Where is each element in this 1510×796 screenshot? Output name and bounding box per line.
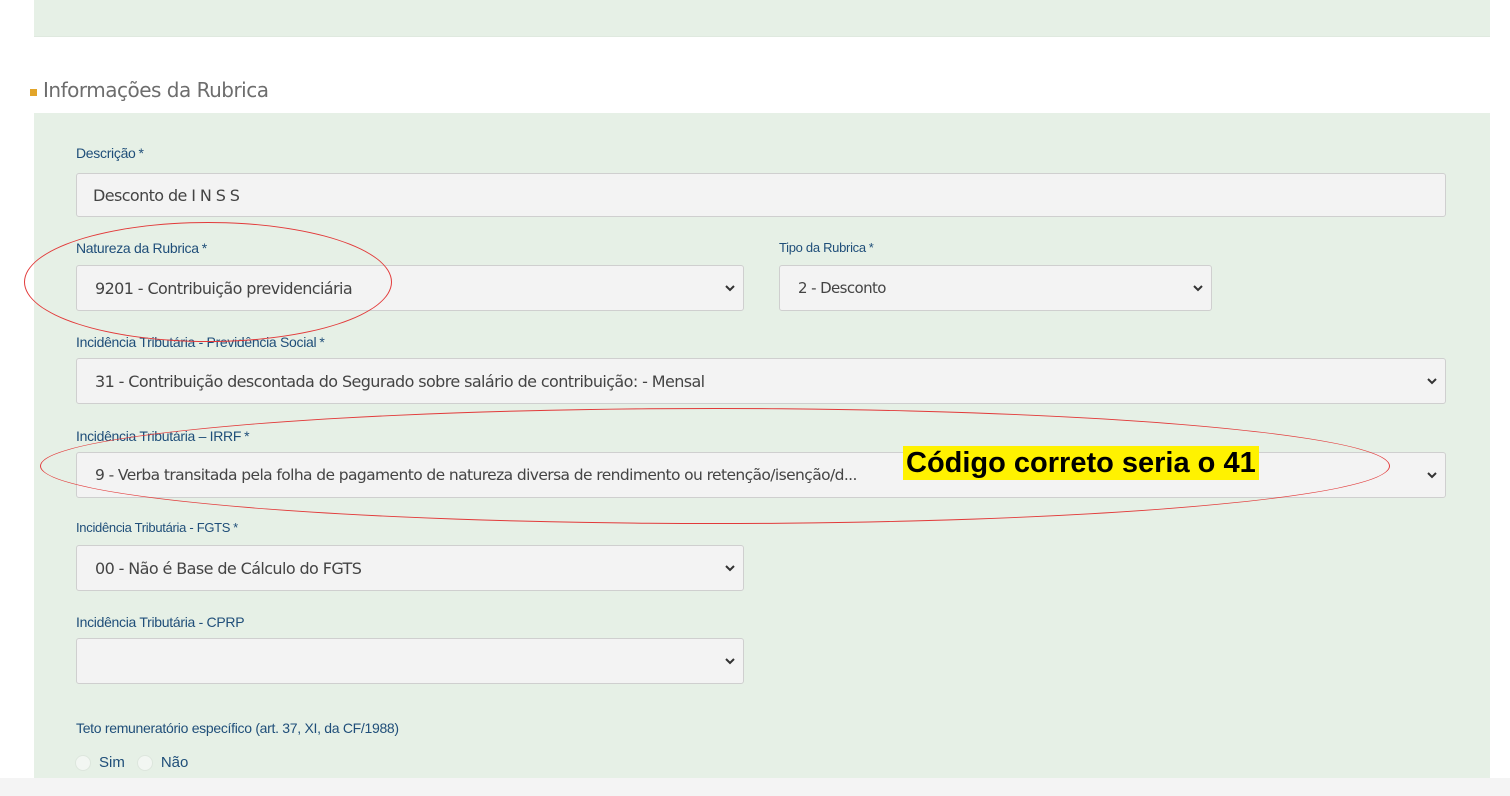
- teto-option-nao[interactable]: Não: [136, 754, 189, 771]
- prev-social-select[interactable]: 31 - Contribuição descontada do Segurado…: [76, 358, 1446, 404]
- required-marker: *: [233, 520, 238, 535]
- chevron-down-icon: [723, 281, 737, 295]
- natureza-label: Natureza da Rubrica *: [76, 240, 207, 256]
- required-marker: *: [138, 145, 144, 161]
- fgts-label: Incidência Tributária - FGTS *: [76, 520, 238, 535]
- bottom-strip: [0, 778, 1510, 796]
- fgts-label-text: Incidência Tributária - FGTS: [76, 520, 231, 535]
- chevron-down-icon: [723, 561, 737, 575]
- required-marker: *: [868, 240, 874, 255]
- chevron-down-icon: [1425, 374, 1439, 388]
- descricao-value: Desconto de I N S S: [93, 185, 240, 205]
- chevron-down-icon: [1191, 281, 1205, 295]
- teto-radio-group: Sim Não: [75, 754, 200, 771]
- radio-button[interactable]: [75, 754, 91, 771]
- tipo-select[interactable]: 2 - Desconto: [779, 265, 1212, 311]
- tipo-label: Tipo da Rubrica *: [779, 240, 874, 255]
- annotation-note: Código correto seria o 41: [903, 446, 1259, 480]
- prev-social-label-text: Incidência Tributária - Previdência Soci…: [76, 334, 317, 350]
- natureza-select[interactable]: 9201 - Contribuição previdenciária: [76, 265, 744, 311]
- teto-option-sim-label: Sim: [99, 754, 125, 771]
- natureza-value: 9201 - Contribuição previdenciária: [95, 278, 353, 298]
- fgts-value: 00 - Não é Base de Cálculo do FGTS: [95, 558, 362, 578]
- irrf-label: Incidência Tributária – IRRF *: [76, 428, 250, 444]
- cprp-select[interactable]: [76, 638, 744, 684]
- irrf-value: 9 - Verba transitada pela folha de pagam…: [95, 466, 857, 484]
- required-marker: *: [319, 334, 325, 350]
- prev-social-value: 31 - Contribuição descontada do Segurado…: [95, 371, 705, 391]
- required-marker: *: [201, 240, 207, 256]
- required-marker: *: [244, 428, 250, 444]
- tipo-value: 2 - Desconto: [798, 279, 886, 297]
- chevron-down-icon: [1425, 468, 1439, 482]
- natureza-label-text: Natureza da Rubrica: [76, 240, 199, 256]
- descricao-input[interactable]: Desconto de I N S S: [76, 173, 1446, 217]
- descricao-label-text: Descrição: [76, 145, 136, 161]
- radio-button[interactable]: [136, 754, 153, 771]
- chevron-down-icon: [723, 654, 737, 668]
- cprp-label-text: Incidência Tributária - CPRP: [76, 614, 245, 630]
- section-bullet-icon: [30, 88, 37, 96]
- teto-label: Teto remuneratório específico (art. 37, …: [76, 720, 399, 736]
- top-panel: [34, 0, 1490, 37]
- tipo-label-text: Tipo da Rubrica: [779, 240, 866, 255]
- irrf-label-text: Incidência Tributária – IRRF: [76, 428, 242, 444]
- prev-social-label: Incidência Tributária - Previdência Soci…: [76, 334, 325, 350]
- descricao-label: Descrição *: [76, 145, 144, 161]
- section-title: Informações da Rubrica: [43, 78, 269, 102]
- teto-option-nao-label: Não: [160, 754, 189, 771]
- teto-option-sim[interactable]: Sim: [75, 754, 125, 771]
- cprp-label: Incidência Tributária - CPRP: [76, 614, 245, 630]
- fgts-select[interactable]: 00 - Não é Base de Cálculo do FGTS: [76, 545, 744, 591]
- section-header: Informações da Rubrica: [30, 78, 269, 102]
